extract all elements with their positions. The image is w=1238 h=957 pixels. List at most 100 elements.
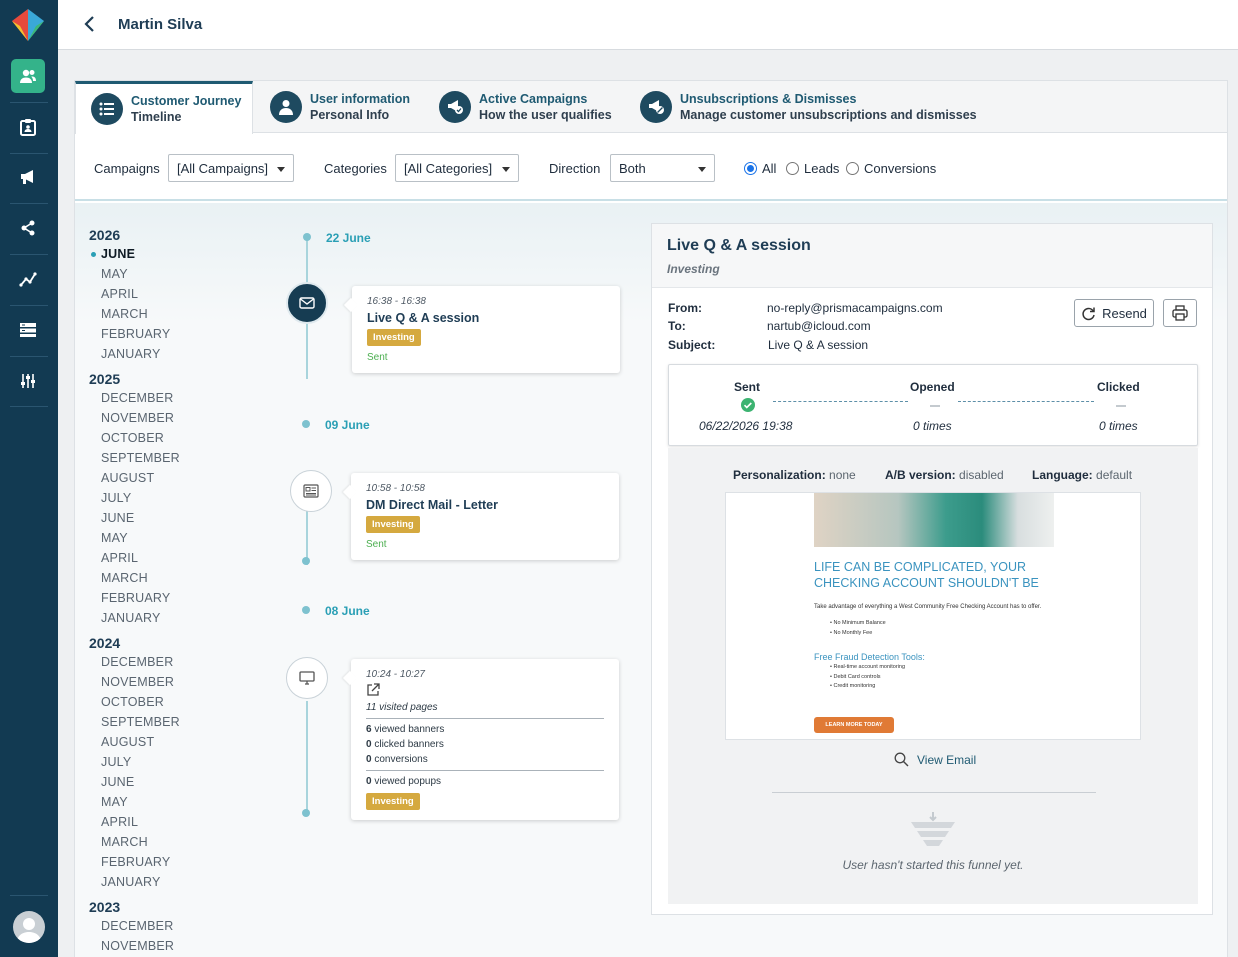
avatar[interactable] (13, 911, 45, 943)
categories-select[interactable]: [All Categories] (395, 154, 519, 182)
divider (772, 792, 1096, 793)
month-item[interactable]: APRIL (101, 815, 138, 829)
radio-conversions[interactable]: Conversions (846, 161, 936, 176)
ab-version-value: disabled (959, 468, 1004, 482)
event-status: Sent (366, 539, 387, 550)
from-label: From: (668, 301, 702, 315)
month-item[interactable]: MARCH (101, 307, 148, 321)
stat-count: 0 (366, 754, 372, 765)
tab-subtitle: How the user qualifies (479, 108, 612, 122)
month-item[interactable]: JULY (101, 491, 131, 505)
megaphone-block-icon (649, 100, 664, 114)
sidebar-divider (10, 254, 48, 255)
resend-button[interactable]: Resend (1074, 299, 1154, 327)
month-item[interactable]: MAY (101, 795, 128, 809)
month-item[interactable]: FEBRUARY (101, 327, 170, 341)
sidebar-divider (10, 406, 48, 407)
sidebar-item-settings[interactable] (11, 364, 45, 398)
month-item[interactable]: AUGUST (101, 735, 154, 749)
month-item[interactable]: MARCH (101, 571, 148, 585)
month-item[interactable]: DECEMBER (101, 655, 173, 669)
sidebar-item-campaigns[interactable] (11, 160, 45, 194)
month-item[interactable]: OCTOBER (101, 695, 164, 709)
print-button[interactable] (1163, 299, 1197, 327)
newspaper-icon (303, 484, 319, 498)
month-item[interactable]: JULY (101, 755, 131, 769)
category-badge: Investing (367, 329, 421, 346)
month-item[interactable]: JUNE (101, 775, 134, 789)
year-heading[interactable]: 2024 (89, 635, 120, 651)
email-list-item: • No Monthly Fee (830, 630, 873, 636)
month-item[interactable]: APRIL (101, 551, 138, 565)
direction-select[interactable]: Both (610, 154, 715, 182)
timeline-card-web-visit[interactable]: 10:24 - 10:27 11 visited pages 6 viewed … (351, 659, 619, 820)
radio-all[interactable]: All (744, 161, 776, 176)
event-title: DM Direct Mail - Letter (366, 498, 498, 512)
radio-leads[interactable]: Leads (786, 161, 839, 176)
sidebar-item-clipboard[interactable] (11, 110, 45, 144)
month-item[interactable]: JANUARY (101, 347, 161, 361)
funnel-connector (958, 401, 1094, 402)
event-status: Sent (367, 352, 388, 363)
search-icon (894, 752, 909, 767)
sidebar-item-analytics[interactable] (11, 262, 45, 296)
tab-user-information[interactable]: User information Personal Info (270, 81, 410, 133)
timeline-card-direct-mail[interactable]: 10:58 - 10:58 DM Direct Mail - Letter In… (351, 473, 619, 560)
radio-button-checked[interactable] (744, 162, 757, 175)
month-item[interactable]: FEBRUARY (101, 855, 170, 869)
month-item[interactable]: OCTOBER (101, 431, 164, 445)
campaigns-select[interactable]: [All Campaigns] (168, 154, 294, 182)
month-item[interactable]: JANUARY (101, 875, 161, 889)
year-heading[interactable]: 2023 (89, 899, 120, 915)
view-email-link[interactable]: View Email (894, 752, 976, 767)
month-item[interactable]: NOVEMBER (101, 939, 174, 953)
sidebar-item-share[interactable] (11, 211, 45, 245)
language-label: Language: (1032, 468, 1093, 482)
megaphone-check-icon (448, 100, 463, 114)
tab-active-campaigns[interactable]: Active Campaigns How the user qualifies (439, 81, 612, 133)
radio-button[interactable] (846, 162, 859, 175)
sidebar-item-server[interactable] (11, 313, 45, 347)
sidebar-item-contacts[interactable] (11, 59, 45, 93)
month-item[interactable]: NOVEMBER (101, 411, 174, 425)
month-item[interactable]: FEBRUARY (101, 591, 170, 605)
check-circle-icon (741, 398, 755, 412)
email-event-icon[interactable] (286, 282, 328, 324)
month-item[interactable]: JUNE (101, 247, 135, 261)
timeline-line (306, 701, 308, 813)
external-link-icon[interactable] (366, 683, 380, 697)
sidebar (0, 0, 58, 957)
month-item[interactable]: SEPTEMBER (101, 715, 180, 729)
month-item[interactable]: MAY (101, 531, 128, 545)
server-icon (20, 323, 36, 337)
radio-conversions-label: Conversions (864, 161, 937, 176)
timeline-tab-icon (91, 93, 123, 125)
month-item[interactable]: SEPTEMBER (101, 451, 180, 465)
month-item[interactable]: DECEMBER (101, 391, 173, 405)
timeline-card-email[interactable]: 16:38 - 16:38 Live Q & A session Investi… (352, 286, 620, 373)
radio-all-label: All (762, 161, 777, 176)
year-heading[interactable]: 2025 (89, 371, 120, 387)
event-title: Live Q & A session (367, 311, 480, 325)
month-item[interactable]: JUNE (101, 511, 134, 525)
month-item[interactable]: MAY (101, 267, 128, 281)
tab-customer-journey[interactable]: Customer Journey Timeline (75, 81, 253, 134)
minus-icon (930, 405, 940, 407)
month-item[interactable]: APRIL (101, 287, 138, 301)
month-item[interactable]: NOVEMBER (101, 675, 174, 689)
subject-value: Live Q & A session (768, 338, 869, 352)
month-item[interactable]: AUGUST (101, 471, 154, 485)
tab-unsubscriptions[interactable]: Unsubscriptions & Dismisses Manage custom… (640, 81, 977, 133)
month-item[interactable]: DECEMBER (101, 919, 173, 933)
web-visit-event-icon[interactable] (286, 657, 328, 699)
filter-bar: Campaigns [All Campaigns] Categories [Al… (75, 133, 1227, 201)
funnel-clicked-value: 0 times (1099, 419, 1138, 433)
app-logo[interactable] (11, 8, 45, 42)
direct-mail-event-icon[interactable] (290, 470, 332, 512)
month-item[interactable]: MARCH (101, 835, 148, 849)
month-item[interactable]: JANUARY (101, 611, 161, 625)
email-thumbnail[interactable]: LIFE CAN BE COMPLICATED, YOUR CHECKING AC… (725, 492, 1141, 740)
back-arrow-icon[interactable] (80, 14, 100, 34)
radio-button[interactable] (786, 162, 799, 175)
year-heading[interactable]: 2026 (89, 227, 120, 243)
